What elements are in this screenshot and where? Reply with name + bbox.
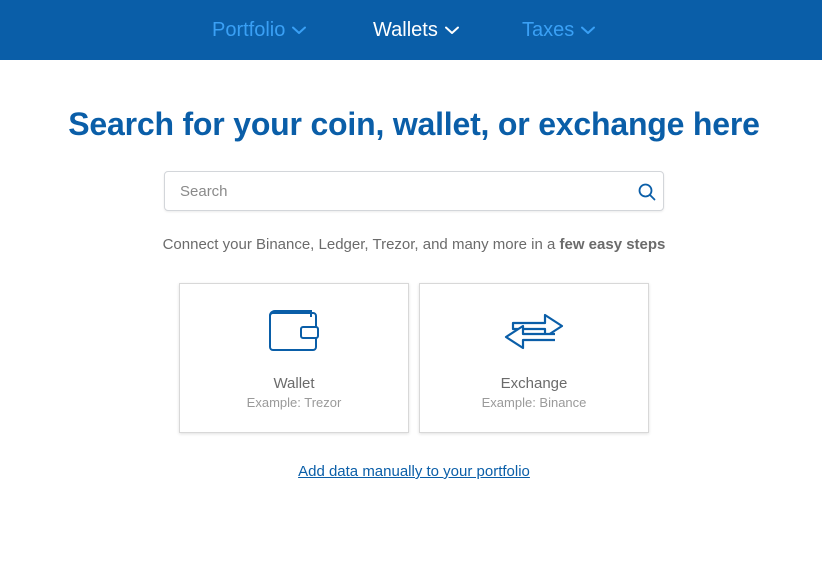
chevron-down-icon (292, 26, 307, 35)
wallet-card-example: Example: Trezor (246, 395, 342, 410)
wallet-icon-wrap (180, 306, 408, 359)
wallet-icon (267, 306, 321, 359)
nav-wallets-menu[interactable]: Wallets (373, 0, 459, 60)
chevron-down-icon (444, 26, 459, 35)
nav-taxes-label: Taxes (522, 18, 575, 41)
add-data-manually-link[interactable]: Add data manually to your portfolio (0, 463, 822, 480)
top-nav-bar: Portfolio Wallets Taxes (0, 0, 822, 60)
search-box (164, 171, 664, 211)
search-input[interactable] (165, 172, 663, 210)
nav-portfolio-menu[interactable]: Portfolio (212, 0, 307, 60)
wallet-card-title: Wallet (273, 375, 315, 392)
exchange-icon-wrap (420, 306, 648, 359)
chevron-down-icon (581, 26, 596, 35)
nav-taxes-menu[interactable]: Taxes (522, 0, 596, 60)
nav-portfolio-label: Portfolio (212, 18, 286, 41)
exchange-card-title: Exchange (500, 375, 568, 392)
exchange-card[interactable]: Exchange Example: Binance (419, 283, 649, 433)
wallet-card[interactable]: Wallet Example: Trezor (179, 283, 409, 433)
exchange-card-example: Example: Binance (481, 395, 587, 410)
page-title: Search for your coin, wallet, or exchang… (68, 106, 760, 142)
exchange-arrows-icon (503, 306, 565, 359)
connect-description: Connect your Binance, Ledger, Trezor, an… (0, 236, 822, 253)
nav-wallets-label: Wallets (373, 18, 438, 41)
search-icon[interactable] (637, 182, 657, 202)
connect-description-emphasis: few easy steps (559, 236, 666, 253)
connect-description-text: Connect your Binance, Ledger, Trezor, an… (162, 236, 560, 253)
